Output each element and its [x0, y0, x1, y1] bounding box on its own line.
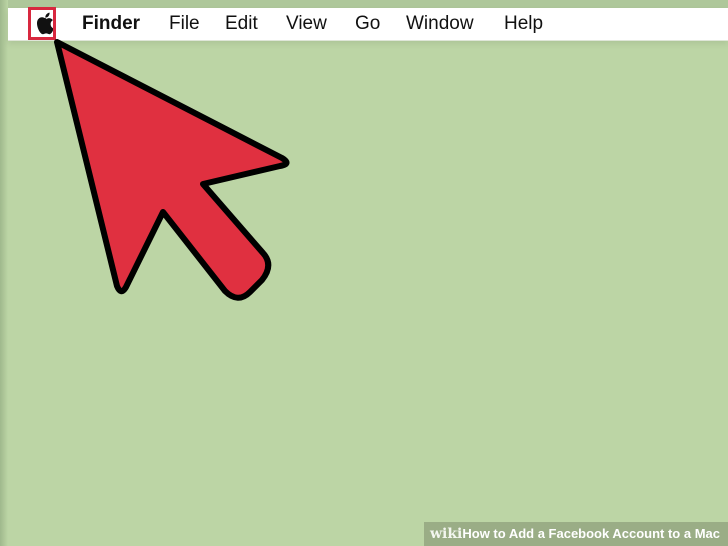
watermark-how-text: How — [462, 526, 490, 541]
apple-menu-highlight — [28, 7, 56, 40]
wikihow-watermark: wikiHow to Add a Facebook Account to a M… — [423, 522, 728, 546]
menu-bar: Finder File Edit View Go Window Help — [8, 8, 728, 41]
menu-item-edit[interactable]: Edit — [225, 8, 258, 40]
screen-frame-left — [0, 0, 8, 546]
menu-item-finder[interactable]: Finder — [82, 8, 140, 40]
menu-item-window[interactable]: Window — [406, 8, 474, 40]
menu-item-view[interactable]: View — [286, 8, 327, 40]
desktop-background — [0, 0, 728, 546]
watermark-wiki-text: wiki — [429, 526, 463, 542]
menu-item-go[interactable]: Go — [355, 8, 380, 40]
watermark-title-text: to Add a Facebook Account to a Mac — [489, 526, 720, 541]
menu-item-file[interactable]: File — [169, 8, 200, 40]
screen-frame-top — [0, 0, 728, 8]
menu-item-help[interactable]: Help — [504, 8, 543, 40]
